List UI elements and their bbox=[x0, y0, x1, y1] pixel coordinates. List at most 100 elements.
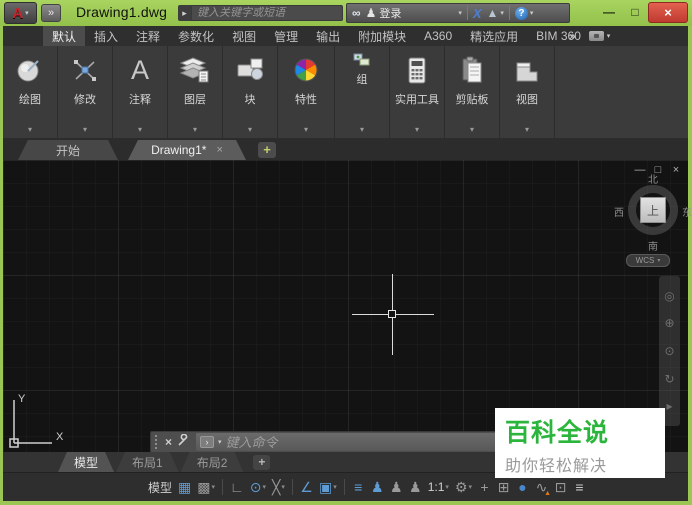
exchange-apps-button[interactable]: X bbox=[473, 6, 482, 21]
isometric-drafting-toggle[interactable]: ╳ ▾ bbox=[270, 476, 287, 498]
panel-label: 视图 bbox=[516, 94, 538, 106]
annotation-visibility-toggle[interactable]: ♟ bbox=[369, 476, 386, 498]
tab-annotate[interactable]: 注释 bbox=[127, 26, 169, 46]
ribbon: 绘图 ▾ 修改 ▾ A 注释 ▾ 图层 ▾ 块 ▾ 特性 ▾ 组 ▾ 实用工具 … bbox=[3, 46, 688, 138]
customization-menu[interactable]: ≡ bbox=[571, 476, 588, 498]
panel-expand-icon[interactable]: ▾ bbox=[390, 125, 444, 134]
panel-expand-icon[interactable]: ▾ bbox=[3, 125, 57, 134]
tab-addins[interactable]: 附加模块 bbox=[349, 26, 415, 46]
tab-view[interactable]: 视图 bbox=[223, 26, 265, 46]
showmotion-icon[interactable]: ▸ bbox=[666, 399, 672, 413]
file-tab-start[interactable]: 开始 bbox=[18, 140, 118, 160]
zoom-extents-icon[interactable]: ⊙ bbox=[664, 344, 674, 358]
clean-screen-toggle[interactable]: ⊡ bbox=[552, 476, 569, 498]
a360-button[interactable]: ▲ ▾ bbox=[487, 6, 504, 20]
command-close-icon[interactable]: × bbox=[165, 435, 172, 449]
search-expand-button[interactable]: ▸ bbox=[178, 5, 191, 21]
watermark-overlay: 百科全说 助你轻松解决 bbox=[495, 408, 665, 478]
panel-expand-icon[interactable]: ▾ bbox=[58, 125, 112, 134]
command-prompt-icon[interactable]: › bbox=[200, 436, 215, 448]
chevron-down-icon: ▾ bbox=[500, 10, 504, 17]
svg-text:X: X bbox=[56, 431, 64, 443]
hardware-acceleration-toggle[interactable]: ● bbox=[514, 476, 531, 498]
tab-close-icon[interactable]: × bbox=[216, 144, 222, 156]
quick-access-overflow-button[interactable]: » bbox=[41, 4, 61, 22]
pan-icon[interactable]: ⊕ bbox=[664, 316, 674, 330]
tab-insert[interactable]: 插入 bbox=[85, 26, 127, 46]
maximize-button[interactable]: □ bbox=[624, 5, 646, 21]
layout-tab-layout2[interactable]: 布局2 bbox=[181, 452, 244, 472]
annotation-scale-value[interactable]: 1:1 ▾ bbox=[426, 476, 451, 498]
tab-manage[interactable]: 管理 bbox=[265, 26, 307, 46]
panel-expand-icon[interactable]: ▾ bbox=[500, 125, 554, 134]
panel-expand-icon[interactable]: ▾ bbox=[335, 125, 389, 134]
help-search-input[interactable] bbox=[191, 5, 343, 21]
panel-label: 注释 bbox=[129, 94, 151, 106]
customize-wrench-icon[interactable] bbox=[178, 433, 190, 451]
viewcube-south-label[interactable]: 南 bbox=[648, 238, 658, 253]
lineweight-toggle[interactable]: ≡ bbox=[350, 476, 367, 498]
ribbon-panel-block[interactable]: 块 ▾ bbox=[223, 46, 278, 138]
panel-expand-icon[interactable]: ▾ bbox=[223, 125, 277, 134]
navigation-bar[interactable]: ◎ ⊕ ⊙ ↻ ▸ bbox=[659, 276, 680, 426]
ribbon-panel-layers[interactable]: 图层 ▾ bbox=[168, 46, 223, 138]
object-snap-tracking-toggle[interactable]: ∠ bbox=[298, 476, 315, 498]
chevron-down-icon[interactable]: ▾ bbox=[218, 438, 222, 446]
tab-output[interactable]: 输出 bbox=[307, 26, 349, 46]
tab-parametric[interactable]: 参数化 bbox=[169, 26, 223, 46]
object-snap-toggle[interactable]: ▣ ▾ bbox=[317, 476, 339, 498]
viewcube-west-label[interactable]: 西 bbox=[614, 204, 624, 219]
annotation-autoscale-toggle[interactable]: ♟ bbox=[388, 476, 405, 498]
tab-featured-apps[interactable]: 精选应用 bbox=[461, 26, 527, 46]
ribbon-display-toggle[interactable]: ▾ bbox=[583, 31, 617, 41]
file-tab-drawing1[interactable]: Drawing1* × bbox=[128, 140, 246, 160]
annotation-monitor-toggle[interactable]: + bbox=[476, 476, 493, 498]
viewcube-top-face[interactable]: 上 bbox=[640, 197, 666, 223]
separator bbox=[343, 479, 345, 495]
group-icon bbox=[353, 52, 371, 68]
graphics-performance-toggle[interactable]: ∿ ▲ bbox=[533, 476, 551, 498]
application-menu-button[interactable]: A ▾ bbox=[4, 2, 37, 24]
help-button[interactable]: ? ▾ bbox=[514, 6, 533, 20]
viewcube-north-label[interactable]: 北 bbox=[648, 171, 658, 186]
orbit-icon[interactable]: ↻ bbox=[664, 372, 674, 386]
panel-expand-icon[interactable]: ▾ bbox=[168, 125, 222, 134]
ribbon-panel-annotation[interactable]: A 注释 ▾ bbox=[113, 46, 168, 138]
ribbon-panel-draw[interactable]: 绘图 ▾ bbox=[3, 46, 58, 138]
new-layout-button[interactable]: + bbox=[253, 454, 271, 470]
layout-tab-layout1[interactable]: 布局1 bbox=[116, 452, 179, 472]
polar-tracking-toggle[interactable]: ⊙ ▾ bbox=[248, 476, 268, 498]
ribbon-panel-view[interactable]: 视图 ▾ bbox=[500, 46, 555, 138]
layout-tab-model[interactable]: 模型 bbox=[58, 452, 114, 472]
status-model-space[interactable]: 模型 bbox=[146, 476, 174, 498]
sign-in-button[interactable]: ♟ 登录 ▾ bbox=[366, 5, 462, 21]
navigation-wheel-icon[interactable]: ◎ bbox=[664, 289, 674, 303]
grid-toggle[interactable]: ▦ bbox=[176, 476, 193, 498]
new-drawing-tab-button[interactable]: + bbox=[258, 142, 276, 158]
ribbon-panel-clipboard[interactable]: 剪贴板 ▾ bbox=[445, 46, 500, 138]
layers-icon bbox=[179, 52, 211, 88]
minimize-button[interactable]: — bbox=[598, 5, 620, 21]
close-button[interactable]: × bbox=[648, 2, 688, 23]
panel-expand-icon[interactable]: ▾ bbox=[445, 125, 499, 134]
ribbon-panel-properties[interactable]: 特性 ▾ bbox=[278, 46, 335, 138]
ribbon-panel-modify[interactable]: 修改 ▾ bbox=[58, 46, 113, 138]
ribbon-panel-utilities[interactable]: 实用工具 ▾ bbox=[390, 46, 445, 138]
panel-expand-icon[interactable]: ▾ bbox=[278, 125, 334, 134]
workspace-switcher[interactable]: ⚙ ▾ bbox=[453, 476, 474, 498]
panel-expand-icon[interactable]: ▾ bbox=[113, 125, 167, 134]
search-icon[interactable]: ∞ bbox=[352, 6, 361, 20]
drag-grip-icon[interactable] bbox=[155, 435, 159, 449]
isolate-objects-toggle[interactable]: ⊞ bbox=[495, 476, 512, 498]
ribbon-panel-groups[interactable]: 组 ▾ bbox=[335, 46, 390, 138]
annotation-scale-icon[interactable]: ♟ bbox=[407, 476, 424, 498]
ortho-toggle[interactable]: ∟ bbox=[228, 476, 246, 498]
viewcube-east-label[interactable]: 东 bbox=[682, 204, 692, 219]
tab-default[interactable]: 默认 bbox=[43, 26, 86, 46]
snap-toggle[interactable]: ▩ ▾ bbox=[195, 476, 217, 498]
wcs-dropdown[interactable]: WCS ▾ bbox=[626, 254, 670, 267]
viewcube[interactable]: 北 南 西 东 上 WCS ▾ bbox=[612, 168, 692, 267]
tab-a360[interactable]: A360 bbox=[415, 26, 461, 46]
user-icon: ♟ bbox=[365, 6, 377, 20]
ribbon-tab-overflow-button[interactable]: » bbox=[562, 29, 583, 43]
